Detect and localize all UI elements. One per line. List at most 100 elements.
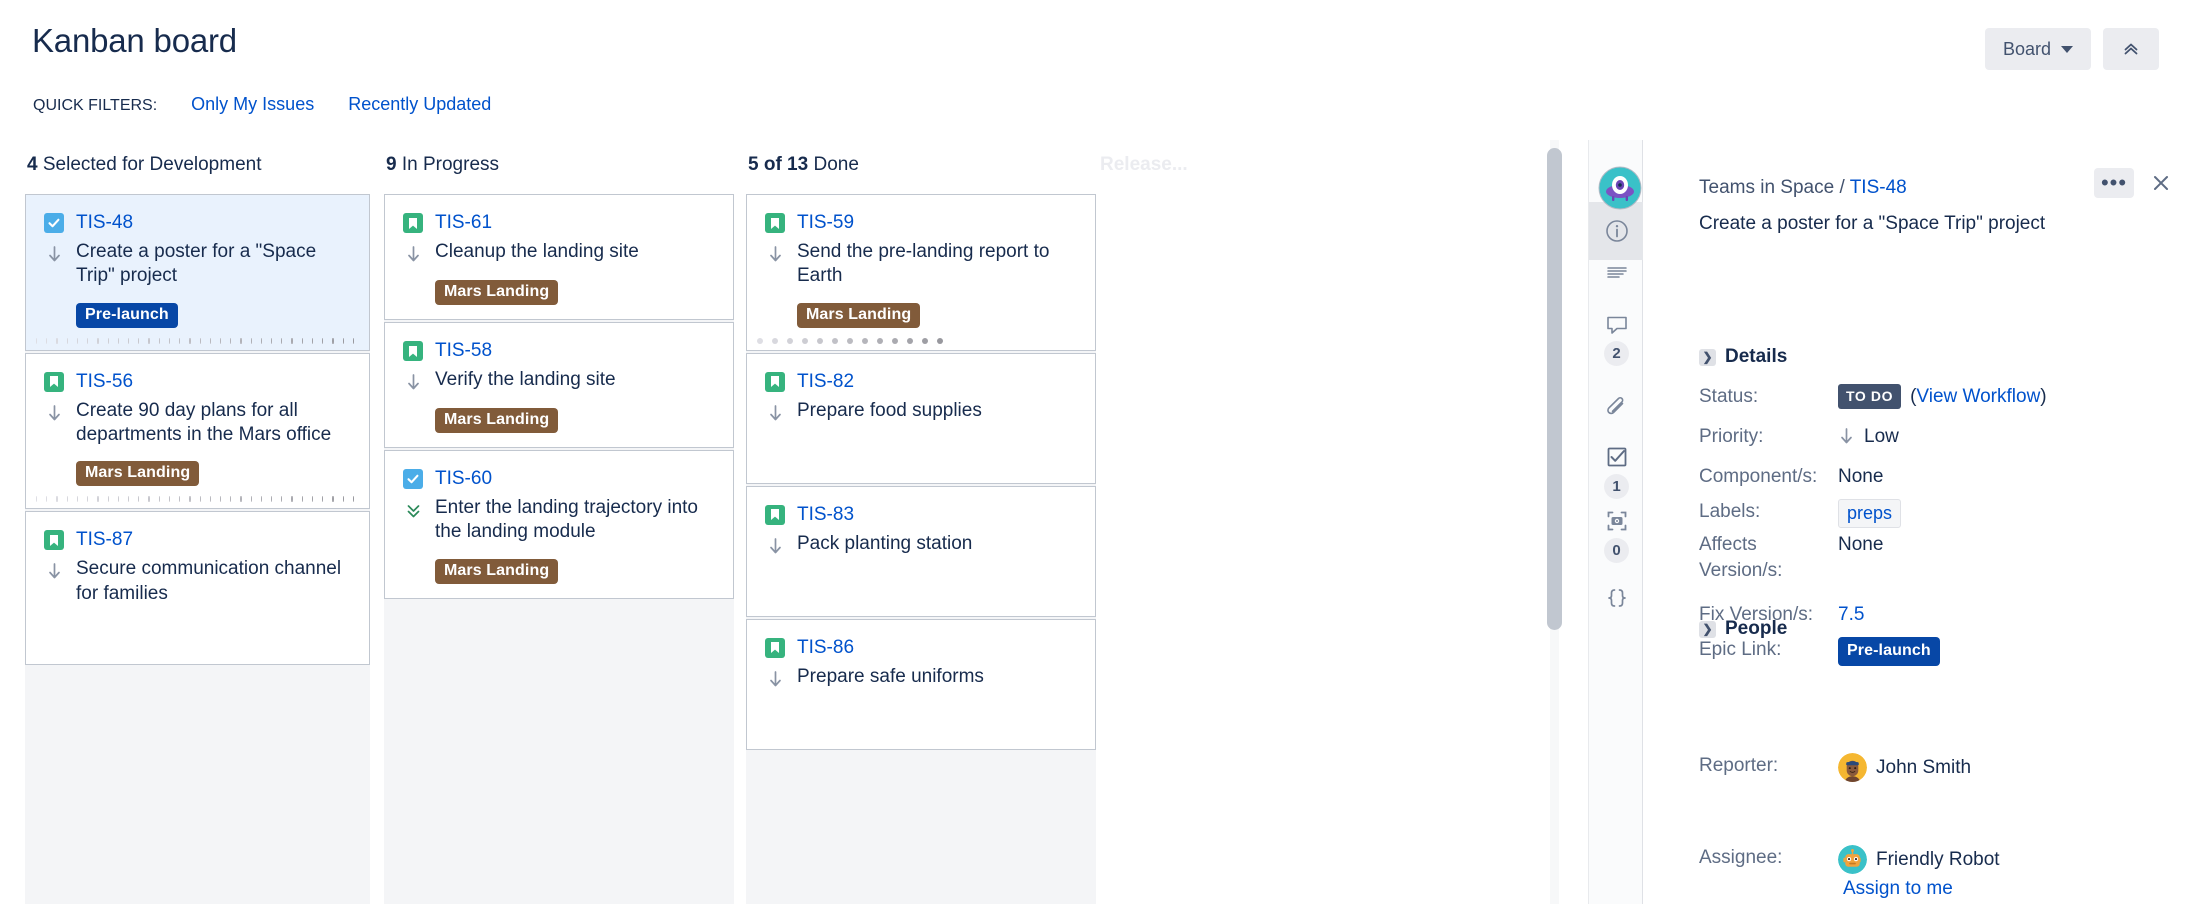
scrollbar-thumb[interactable] <box>1547 148 1562 630</box>
progress-dot <box>179 496 181 503</box>
rail-item-checklist[interactable]: 1 <box>1589 440 1644 502</box>
card-issue-key[interactable]: TIS-86 <box>797 637 854 659</box>
issue-card[interactable]: TIS-48 Create a poster for a "Space Trip"… <box>25 194 370 351</box>
card-progress-dots <box>757 337 1089 346</box>
card-summary-text: Enter the landing trajectory into the la… <box>435 497 698 543</box>
card-issue-key[interactable]: TIS-48 <box>76 212 133 234</box>
collapse-header-button[interactable] <box>2103 28 2159 70</box>
card-issue-key[interactable]: TIS-87 <box>76 529 133 551</box>
progress-dot <box>291 337 293 344</box>
arrow-down-low-icon <box>407 374 419 390</box>
ellipsis-icon: ••• <box>2100 170 2128 195</box>
components-value: None <box>1838 466 1884 487</box>
card-issue-key[interactable]: TIS-82 <box>797 371 854 393</box>
card-epic-badge[interactable]: Pre-launch <box>76 302 178 328</box>
progress-dot <box>322 496 324 503</box>
arrow-down-low-icon <box>48 246 60 262</box>
card-epic-badge[interactable]: Mars Landing <box>435 558 559 584</box>
card-epic-badge[interactable]: Mars Landing <box>797 302 921 328</box>
reporter-name[interactable]: John Smith <box>1876 755 1971 781</box>
card-priority <box>44 401 64 425</box>
board-dropdown-button[interactable]: Board <box>1984 28 2091 70</box>
more-actions-button[interactable]: ••• <box>2094 168 2134 198</box>
rail-item-description-lines[interactable] <box>1589 250 1644 296</box>
column-card-list: TIS-48 Create a poster for a "Space Trip"… <box>25 194 370 904</box>
card-header-row: TIS-60 <box>403 467 715 491</box>
card-priority <box>765 401 785 425</box>
details-section-header[interactable]: ❯ Details <box>1699 346 1787 368</box>
column-issue-count: 5 of 13 <box>748 154 809 175</box>
progress-dot <box>138 496 140 503</box>
issue-card[interactable]: TIS-60 Enter the landing trajectory into … <box>384 450 734 599</box>
assign-to-me-link[interactable]: Assign to me <box>1843 878 1953 900</box>
card-issue-key[interactable]: TIS-59 <box>797 212 854 234</box>
card-summary-row: Secure communication channel for familie… <box>44 557 351 606</box>
card-issue-key[interactable]: TIS-61 <box>435 212 492 234</box>
breadcrumb: Teams in Space / TIS-48 <box>1699 177 1907 199</box>
issue-card[interactable]: TIS-56 Create 90 day plans for all depart… <box>25 352 370 510</box>
assignee-name[interactable]: Friendly Robot <box>1876 847 2000 873</box>
chevron-double-up-icon <box>2124 43 2138 55</box>
card-summary-text: Pack planting station <box>797 532 973 554</box>
card-issue-key[interactable]: TIS-58 <box>435 340 492 362</box>
arrow-down-low-icon <box>769 246 781 262</box>
progress-dot <box>36 496 38 503</box>
column-issue-count: 4 <box>27 154 38 175</box>
field-priority: Priority: Low <box>1699 424 1899 450</box>
arrow-down-low-icon <box>769 537 781 553</box>
issue-card[interactable]: TIS-82 Prepare food supplies <box>746 352 1096 484</box>
quick-filter-recently-updated[interactable]: Recently Updated <box>348 94 491 115</box>
issue-card[interactable]: TIS-83 Pack planting station <box>746 485 1096 617</box>
card-epic-badge[interactable]: Mars Landing <box>76 461 200 487</box>
status-label: Status: <box>1699 386 1759 407</box>
quick-filters-bar: QUICK FILTERS: Only My Issues Recently U… <box>33 94 491 115</box>
epic-link-badge[interactable]: Pre-launch <box>1838 637 1940 666</box>
close-panel-button[interactable] <box>2146 168 2176 198</box>
column-header-selected-for-development: 4 Selected for Development <box>27 154 261 176</box>
story-bookmark-icon <box>403 213 423 233</box>
board-vertical-scrollbar[interactable] <box>1543 140 1565 904</box>
card-epic-badge[interactable]: Mars Landing <box>435 408 559 433</box>
issue-card[interactable]: TIS-61 Cleanup the landing site Mars Landi… <box>384 194 734 320</box>
card-summary-row: Prepare food supplies <box>765 399 1077 425</box>
column-header-release: Release... <box>1100 154 1188 176</box>
progress-dot <box>281 337 283 344</box>
card-issue-key[interactable]: TIS-60 <box>435 468 492 490</box>
assignee-label: Assignee: <box>1699 847 1783 868</box>
progress-dot <box>240 496 242 503</box>
view-workflow-link[interactable]: View Workflow <box>1916 386 2040 407</box>
card-priority <box>44 559 64 583</box>
card-priority <box>44 242 64 266</box>
card-epic-badge[interactable]: Mars Landing <box>435 280 559 305</box>
rail-item-comment-bubble[interactable]: 2 <box>1589 305 1644 371</box>
progress-dot <box>56 496 58 503</box>
issue-card[interactable]: TIS-86 Prepare safe uniforms <box>746 618 1096 750</box>
progress-dot <box>250 337 252 344</box>
issue-card[interactable]: TIS-87 Secure communication channel for f… <box>25 511 370 665</box>
column-header-label: Done <box>808 154 859 175</box>
progress-dot <box>189 337 191 344</box>
progress-dot <box>66 496 68 503</box>
rail-item-screenshot-camera[interactable]: 0 <box>1589 505 1644 565</box>
label-chip-preps[interactable]: preps <box>1838 499 1902 529</box>
issue-card[interactable]: TIS-59 Send the pre-landing report to Ear… <box>746 194 1096 351</box>
arrow-down-low-icon <box>769 670 781 686</box>
people-section-header[interactable]: ❯ People <box>1699 618 1787 640</box>
card-priority <box>765 534 785 558</box>
breadcrumb-project[interactable]: Teams in Space <box>1699 177 1834 198</box>
breadcrumb-issue-key[interactable]: TIS-48 <box>1850 177 1907 198</box>
progress-dot <box>291 496 293 503</box>
issue-card[interactable]: TIS-58 Verify the landing site Mars Landin… <box>384 322 734 448</box>
card-header-row: TIS-56 <box>44 370 351 394</box>
rail-item-curly-braces[interactable] <box>1589 575 1644 621</box>
fix-versions-value[interactable]: 7.5 <box>1838 602 1864 628</box>
quick-filter-only-my-issues[interactable]: Only My Issues <box>191 94 314 115</box>
rail-item-paperclip-attachment[interactable] <box>1589 385 1644 431</box>
card-issue-key[interactable]: TIS-56 <box>76 371 133 393</box>
progress-dot <box>209 337 211 344</box>
view-workflow-group: (View Workflow) <box>1910 384 2047 410</box>
field-affects-versions: Affects Version/s: None <box>1699 532 1883 583</box>
progress-dot <box>311 496 314 503</box>
arrow-down-low-icon <box>407 246 419 262</box>
card-issue-key[interactable]: TIS-83 <box>797 504 854 526</box>
